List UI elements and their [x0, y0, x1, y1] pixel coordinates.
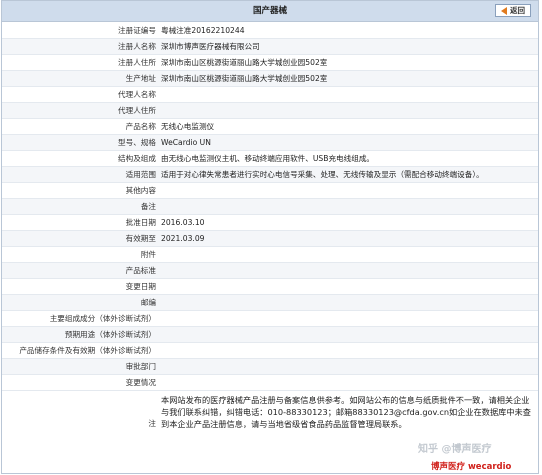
table-row: 代理人住所 [2, 103, 538, 119]
field-label: 注册人名称 [118, 42, 156, 51]
field-value [161, 183, 534, 198]
field-value [161, 247, 534, 262]
field-value [161, 87, 534, 102]
field-label: 适用范围 [125, 170, 156, 179]
table-row: 产品标准 [2, 263, 538, 279]
field-label: 代理人住所 [118, 106, 156, 115]
field-value [161, 327, 534, 342]
field-value [161, 359, 534, 374]
note-text: 本网站发布的医疗器械产品注册与备案信息供参考。如网站公布的信息与纸质批件不一致，… [161, 395, 531, 429]
field-value [161, 311, 534, 326]
table-row: 代理人名称 [2, 87, 538, 103]
field-value [161, 375, 534, 390]
table-row: 审批部门 [2, 359, 538, 375]
field-label: 批准日期 [125, 218, 156, 227]
field-value: 深圳市南山区桃源街道丽山路大学城创业园502室 [161, 74, 328, 83]
field-value: 2021.03.09 [161, 234, 205, 243]
field-value [161, 343, 534, 358]
table-row: 型号、规格 WeCardio UN [2, 135, 538, 151]
back-arrow-icon [501, 6, 507, 15]
field-value: WeCardio UN [161, 138, 211, 147]
back-button[interactable]: 返回 [495, 4, 531, 17]
field-label: 产品名称 [125, 122, 156, 131]
table-row: 附件 [2, 247, 538, 263]
field-label: 注册人住所 [118, 58, 156, 67]
table-row: 邮编 [2, 295, 538, 311]
table-row: 注册证编号 粤械注准20162210244 [2, 23, 538, 39]
field-label: 附件 [140, 250, 156, 259]
field-label: 主要组成成分（体外诊断试剂） [49, 314, 156, 323]
field-label: 型号、规格 [118, 138, 156, 147]
field-label: 预期用途（体外诊断试剂） [64, 330, 156, 339]
field-value [161, 199, 534, 214]
field-value [161, 263, 534, 278]
table-row: 变更情况 [2, 375, 538, 391]
field-label: 邮编 [140, 298, 156, 307]
field-label: 注册证编号 [118, 26, 156, 35]
field-value: 深圳市南山区桃源街道丽山路大学城创业园502室 [161, 58, 328, 67]
table-row: 结构及组成 由无线心电监测仪主机、移动终端应用软件、USB充电线组成。 [2, 151, 538, 167]
field-label: 结构及组成 [118, 154, 156, 163]
back-button-label: 返回 [510, 6, 525, 15]
table-row: 产品储存条件及有效期（体外诊断试剂） [2, 343, 538, 359]
table-row: 有效期至 2021.03.09 [2, 231, 538, 247]
field-label: 其他内容 [125, 186, 156, 195]
info-table: 注册证编号 粤械注准20162210244 注册人名称 深圳市博声医疗器械有限公司 注册… [2, 23, 538, 457]
table-row: 注册人住所 深圳市南山区桃源街道丽山路大学城创业园502室 [2, 55, 538, 71]
table-row: 生产地址 深圳市南山区桃源街道丽山路大学城创业园502室 [2, 71, 538, 87]
table-row: 变更日期 [2, 279, 538, 295]
field-label: 变更情况 [125, 378, 156, 387]
field-label: 代理人名称 [118, 90, 156, 99]
field-value [161, 103, 534, 118]
field-value: 由无线心电监测仪主机、移动终端应用软件、USB充电线组成。 [161, 154, 375, 163]
field-label: 产品标准 [125, 266, 156, 275]
table-row: 注册人名称 深圳市博声医疗器械有限公司 [2, 39, 538, 55]
field-value: 粤械注准20162210244 [161, 26, 245, 35]
field-label: 审批部门 [125, 362, 156, 371]
table-row: 预期用途（体外诊断试剂） [2, 327, 538, 343]
field-label: 产品储存条件及有效期（体外诊断试剂） [19, 346, 156, 355]
field-value [161, 279, 534, 294]
watermark-text: 知乎 @博声医疗 [418, 444, 492, 455]
field-label: 生产地址 [125, 74, 156, 83]
table-row: 备注 [2, 199, 538, 215]
title-bar: 国产器械 返回 [2, 1, 538, 22]
note-label: 注 [148, 419, 156, 428]
field-value: 深圳市博声医疗器械有限公司 [161, 42, 260, 51]
table-row: 其他内容 [2, 183, 538, 199]
page-title: 国产器械 [252, 6, 287, 16]
field-value: 无线心电监测仪 [161, 122, 215, 131]
field-value [161, 295, 534, 310]
table-row: 主要组成成分（体外诊断试剂） [2, 311, 538, 327]
table-row: 产品名称 无线心电监测仪 [2, 119, 538, 135]
table-row: 批准日期 2016.03.10 [2, 215, 538, 231]
field-value: 适用于对心律失常患者进行实时心电信号采集、处理、无线传输及显示（需配合移动终端设… [161, 170, 484, 179]
field-label: 有效期至 [125, 234, 156, 243]
table-row: 适用范围 适用于对心律失常患者进行实时心电信号采集、处理、无线传输及显示（需配合移… [2, 167, 538, 183]
field-label: 变更日期 [125, 282, 156, 291]
field-label: 备注 [140, 202, 156, 211]
watermark-brand: 博声医疗 wecardio [431, 462, 512, 472]
detail-panel: 国产器械 返回 注册证编号 粤械注准20162210244 注册人名称 深圳市博声医疗… [1, 0, 539, 474]
field-value: 2016.03.10 [161, 218, 205, 227]
